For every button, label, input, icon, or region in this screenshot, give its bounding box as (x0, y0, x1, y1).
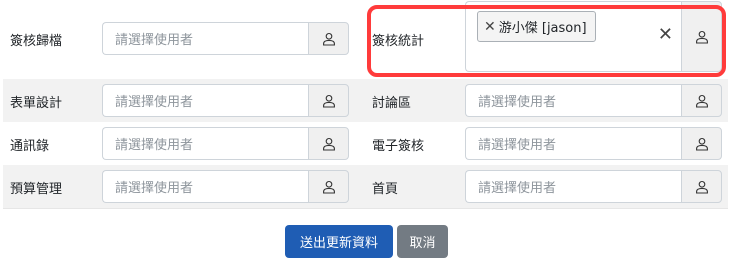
user-picker-budget: 請選擇使用者 (102, 170, 349, 203)
field-label-e-sign: 電子簽核 (372, 139, 425, 154)
field-label-budget: 預算管理 (10, 182, 63, 197)
select-user-button[interactable] (681, 127, 722, 160)
field-label-sign-archive: 簽核歸檔 (10, 34, 63, 49)
user-picker-form-design: 請選擇使用者 (102, 84, 349, 117)
select-user-button[interactable] (681, 170, 722, 203)
user-picker-forum: 請選擇使用者 (465, 84, 722, 117)
user-select-input[interactable]: 請選擇使用者 (102, 127, 308, 160)
field-label-home: 首頁 (372, 182, 399, 197)
close-icon[interactable]: ✕ (484, 19, 496, 35)
selected-user-label: 游小傑 [jason] (498, 21, 587, 36)
user-select-input[interactable]: 請選擇使用者 (465, 170, 681, 203)
selected-user-tag: ✕ 游小傑 [jason] (477, 11, 596, 42)
permission-form: 簽核歸檔 請選擇使用者 簽核統計 ✕ 游小傑 [jason] ✕ 表單設計 請選… (3, 0, 728, 209)
user-icon (695, 137, 708, 151)
user-icon (322, 180, 335, 194)
form-row: 表單設計 請選擇使用者 討論區 請選擇使用者 (3, 79, 728, 122)
submit-button[interactable]: 送出更新資料 (285, 225, 393, 258)
user-select-input[interactable]: 請選擇使用者 (102, 170, 308, 203)
field-label-form-design: 表單設計 (10, 96, 63, 111)
user-picker-home: 請選擇使用者 (465, 170, 722, 203)
select-user-button[interactable] (308, 170, 349, 203)
field-label-forum: 討論區 (372, 96, 412, 111)
user-icon (695, 94, 708, 108)
user-select-input[interactable]: 請選擇使用者 (465, 84, 681, 117)
form-row: 簽核歸檔 請選擇使用者 簽核統計 ✕ 游小傑 [jason] ✕ (3, 0, 728, 79)
user-picker-sign-archive: 請選擇使用者 (102, 22, 349, 55)
user-picker-e-sign: 請選擇使用者 (465, 127, 722, 160)
user-multiselect[interactable]: ✕ 游小傑 [jason] ✕ (465, 1, 681, 72)
select-user-button[interactable] (681, 1, 722, 72)
user-picker-contacts: 請選擇使用者 (102, 127, 349, 160)
field-label-sign-stats: 簽核統計 (372, 34, 425, 49)
user-select-input[interactable]: 請選擇使用者 (102, 22, 308, 55)
select-user-button[interactable] (308, 127, 349, 160)
user-select-input[interactable]: 請選擇使用者 (465, 127, 681, 160)
form-row: 通訊錄 請選擇使用者 電子簽核 請選擇使用者 (3, 122, 728, 165)
user-icon (695, 180, 708, 194)
cancel-button[interactable]: 取消 (397, 225, 448, 258)
user-icon (695, 30, 708, 44)
user-icon (322, 94, 335, 108)
user-picker-sign-stats: ✕ 游小傑 [jason] ✕ (465, 1, 722, 72)
form-row: 預算管理 請選擇使用者 首頁 請選擇使用者 (3, 165, 728, 209)
select-user-button[interactable] (308, 22, 349, 55)
select-user-button[interactable] (308, 84, 349, 117)
user-icon (322, 32, 335, 46)
clear-icon[interactable]: ✕ (658, 26, 673, 44)
field-label-contacts: 通訊錄 (10, 139, 50, 154)
user-select-input[interactable]: 請選擇使用者 (102, 84, 308, 117)
user-icon (322, 137, 335, 151)
select-user-button[interactable] (681, 84, 722, 117)
